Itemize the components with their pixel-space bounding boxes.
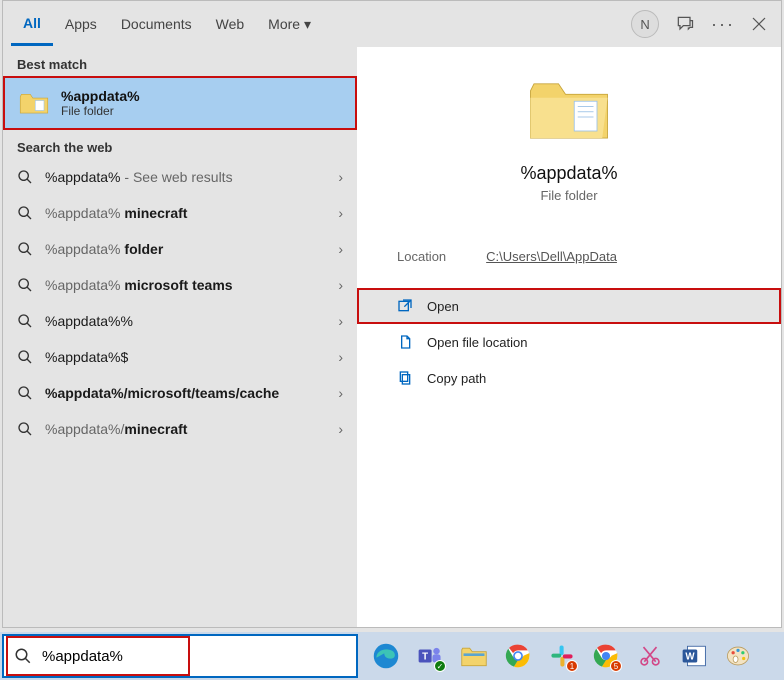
web-result[interactable]: %appdata% - See web results › — [3, 159, 357, 195]
taskbar-chrome-canary-icon[interactable]: 5 — [586, 636, 626, 676]
web-result[interactable]: %appdata%/microsoft/teams/cache › — [3, 375, 357, 411]
svg-text:W: W — [685, 651, 695, 662]
taskbar-teams-icon[interactable]: T✓ — [410, 636, 450, 676]
search-icon — [17, 205, 33, 221]
chevron-right-icon: › — [338, 169, 343, 185]
tab-web[interactable]: Web — [204, 4, 257, 44]
location-label: Location — [397, 249, 446, 264]
web-result[interactable]: %appdata%% › — [3, 303, 357, 339]
chevron-right-icon: › — [338, 241, 343, 257]
taskbar-chrome-icon[interactable] — [498, 636, 538, 676]
detail-subtitle: File folder — [540, 188, 597, 203]
more-options-icon[interactable]: ··· — [711, 14, 735, 35]
taskbar-paint-icon[interactable] — [718, 636, 758, 676]
detail-pane: %appdata% File folder Location C:\Users\… — [357, 47, 781, 627]
web-result[interactable]: %appdata%/minecraft › — [3, 411, 357, 447]
section-search-web: Search the web — [3, 130, 357, 159]
action-copy-path[interactable]: Copy path — [357, 360, 781, 396]
search-icon — [17, 169, 33, 185]
taskbar-slack-icon[interactable]: 1 — [542, 636, 582, 676]
chevron-down-icon: ▾ — [304, 16, 311, 32]
search-icon — [17, 385, 33, 401]
taskbar: T✓ 1 5 W — [0, 632, 784, 680]
chevron-right-icon: › — [338, 205, 343, 221]
best-match-title: %appdata% — [61, 88, 140, 104]
feedback-icon[interactable] — [675, 14, 695, 34]
search-input[interactable] — [42, 648, 346, 665]
tab-more[interactable]: More ▾ — [256, 4, 323, 45]
search-icon — [17, 421, 33, 437]
taskbar-explorer-icon[interactable] — [454, 636, 494, 676]
chevron-right-icon: › — [338, 385, 343, 401]
search-icon — [17, 241, 33, 257]
chevron-right-icon: › — [338, 277, 343, 293]
action-open[interactable]: Open — [357, 288, 781, 324]
file-location-icon — [397, 334, 413, 350]
copy-icon — [397, 370, 413, 386]
web-result[interactable]: %appdata%$ › — [3, 339, 357, 375]
best-match-subtitle: File folder — [61, 104, 140, 118]
taskbar-search[interactable] — [2, 634, 358, 678]
folder-large-icon — [524, 75, 614, 145]
close-icon[interactable] — [751, 16, 767, 32]
tab-all[interactable]: All — [11, 3, 53, 46]
location-value[interactable]: C:\Users\Dell\AppData — [486, 249, 617, 264]
chevron-right-icon: › — [338, 313, 343, 329]
search-icon — [14, 647, 32, 665]
user-avatar[interactable]: N — [631, 10, 659, 38]
best-match-result[interactable]: %appdata% File folder — [3, 76, 357, 130]
web-result[interactable]: %appdata% folder › — [3, 231, 357, 267]
action-open-location[interactable]: Open file location — [357, 324, 781, 360]
results-list: Best match %appdata% File folder Search … — [3, 47, 357, 627]
svg-text:T: T — [422, 651, 428, 662]
taskbar-snip-icon[interactable] — [630, 636, 670, 676]
web-result[interactable]: %appdata% microsoft teams › — [3, 267, 357, 303]
taskbar-word-icon[interactable]: W — [674, 636, 714, 676]
tab-documents[interactable]: Documents — [109, 4, 204, 44]
folder-icon — [19, 90, 49, 116]
taskbar-edge-icon[interactable] — [366, 636, 406, 676]
search-panel: All Apps Documents Web More ▾ N ··· Best… — [2, 0, 782, 628]
chevron-right-icon: › — [338, 349, 343, 365]
open-icon — [397, 298, 413, 314]
tab-apps[interactable]: Apps — [53, 4, 109, 44]
section-best-match: Best match — [3, 47, 357, 76]
search-icon — [17, 277, 33, 293]
tabs-bar: All Apps Documents Web More ▾ N ··· — [3, 1, 781, 47]
search-icon — [17, 349, 33, 365]
search-icon — [17, 313, 33, 329]
detail-title: %appdata% — [520, 163, 617, 184]
web-result[interactable]: %appdata% minecraft › — [3, 195, 357, 231]
chevron-right-icon: › — [338, 421, 343, 437]
